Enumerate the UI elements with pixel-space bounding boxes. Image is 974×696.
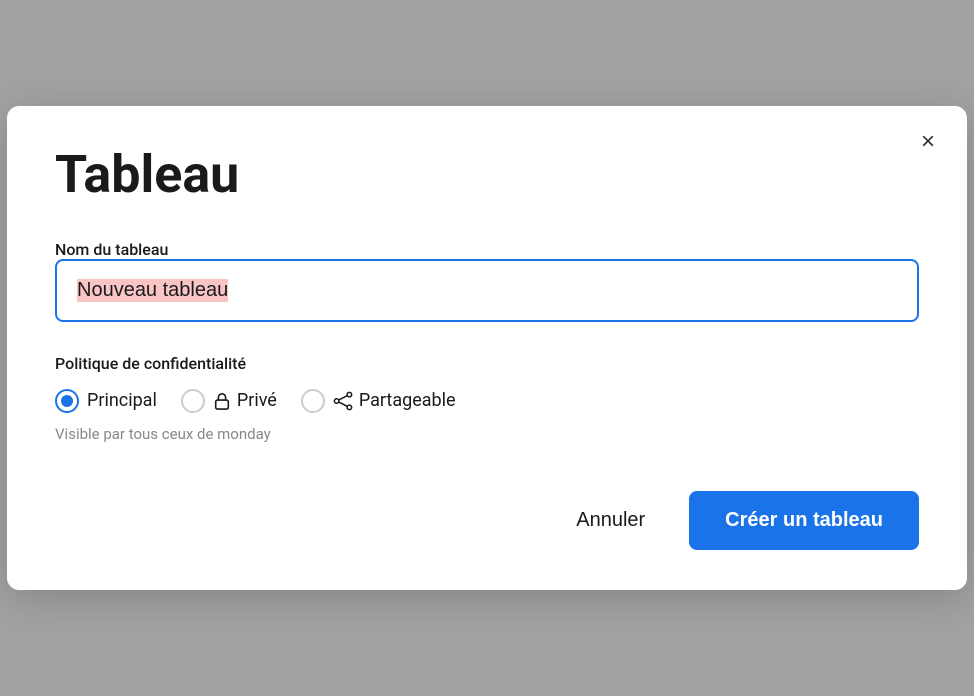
radio-inner-principal (61, 395, 73, 407)
radio-outer-principal (55, 389, 79, 413)
radio-option-principal[interactable]: Principal (55, 389, 157, 413)
radio-outer-prive (181, 389, 205, 413)
close-button[interactable]: × (913, 126, 943, 158)
radio-outer-partageable (301, 389, 325, 413)
radio-label-partageable: Partageable (333, 390, 456, 411)
radio-label-prive: Privé (213, 390, 277, 411)
modal-dialog: × Tableau Nom du tableau Politique de co… (7, 106, 967, 589)
modal-footer: Annuler Créer un tableau (55, 491, 919, 550)
visibility-hint: Visible par tous ceux de monday (55, 425, 919, 443)
privacy-label: Politique de confidentialité (55, 354, 919, 373)
share-icon (333, 391, 353, 411)
create-button[interactable]: Créer un tableau (689, 491, 919, 550)
privacy-radio-group: Principal Privé (55, 389, 919, 413)
radio-option-partageable[interactable]: Partageable (301, 389, 456, 413)
board-name-input[interactable] (55, 259, 919, 322)
modal-title: Tableau (55, 146, 919, 203)
name-field-label: Nom du tableau (55, 240, 168, 259)
radio-label-principal: Principal (87, 390, 157, 411)
radio-option-prive[interactable]: Privé (181, 389, 277, 413)
lock-icon (213, 392, 231, 410)
cancel-button[interactable]: Annuler (556, 497, 665, 544)
modal-overlay: × Tableau Nom du tableau Politique de co… (0, 0, 974, 696)
